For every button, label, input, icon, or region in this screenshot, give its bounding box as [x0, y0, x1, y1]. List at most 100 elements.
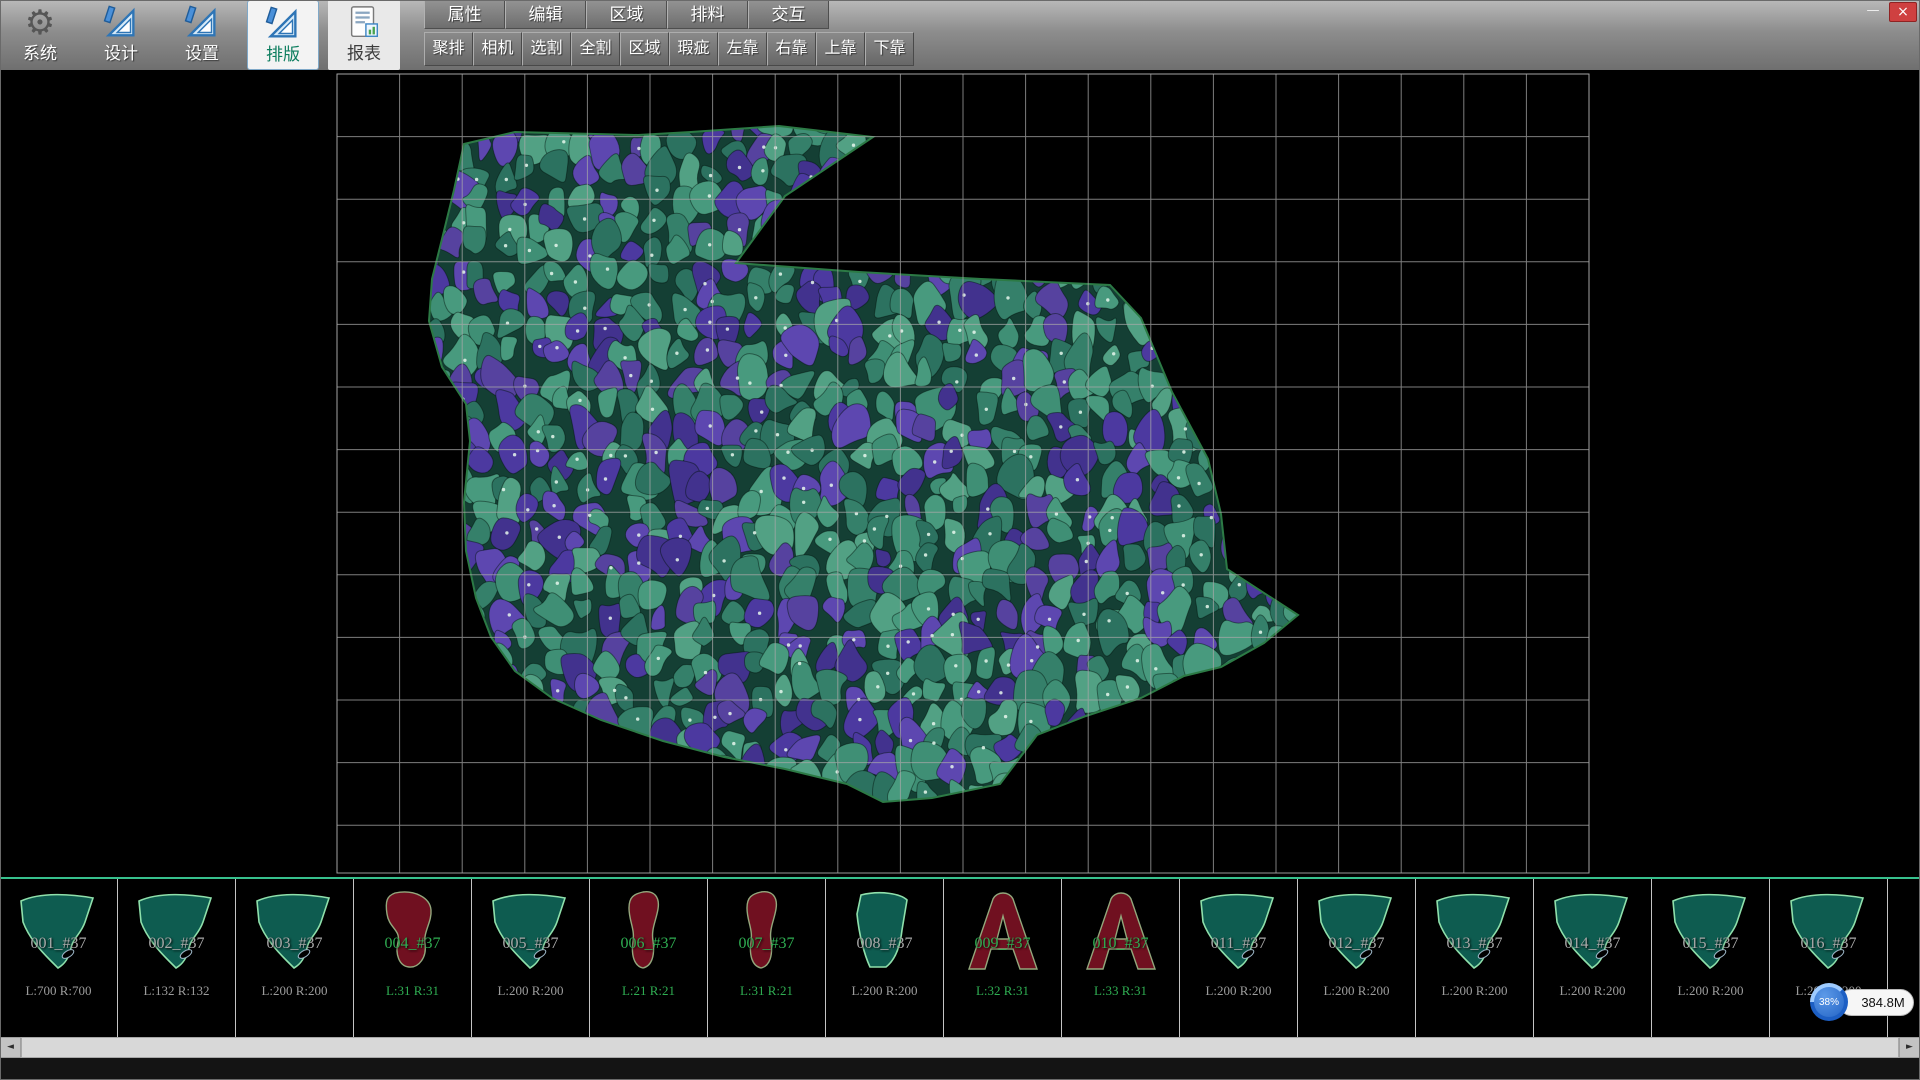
- menu-area: 属性编辑区域排料交互 聚排相机选割全割区域瑕疵左靠右靠上靠下靠: [424, 0, 914, 66]
- piece-lr-count: L:31 R:21: [708, 983, 825, 999]
- tool-button-row: 聚排相机选割全割区域瑕疵左靠右靠上靠下靠: [424, 32, 914, 66]
- pieces-panel: 001_#37 L:700 R:700 002_#37 L:132 R:132 …: [0, 877, 1920, 1037]
- piece-cell-009[interactable]: 009_#37 L:32 R:31: [944, 879, 1062, 1037]
- piece-lr-count: L:200 R:200: [1652, 983, 1769, 999]
- progress-badge: 38%: [1810, 983, 1848, 1021]
- tool-button-align-right[interactable]: 右靠: [767, 32, 816, 66]
- piece-name: 013_#37: [1416, 935, 1533, 953]
- menu-tab-region[interactable]: 区域: [586, 0, 667, 29]
- piece-cell-002[interactable]: 002_#37 L:132 R:132: [118, 879, 236, 1037]
- mode-label: 系统: [23, 43, 57, 65]
- piece-lr-count: L:132 R:132: [118, 983, 235, 999]
- tool-button-align-top[interactable]: 上靠: [816, 32, 865, 66]
- menu-tab-properties[interactable]: 属性: [424, 0, 505, 29]
- piece-name: 012_#37: [1298, 935, 1415, 953]
- big-button-settings[interactable]: 设置: [166, 0, 238, 70]
- piece-lr-count: L:200 R:200: [472, 983, 589, 999]
- piece-name: 001_#37: [0, 935, 117, 953]
- piece-thumbnail: [957, 884, 1047, 978]
- scroll-right-button[interactable]: ►: [1899, 1037, 1920, 1058]
- piece-thumbnail: [1429, 884, 1519, 978]
- big-button-system[interactable]: ⚙ 系统: [4, 0, 76, 70]
- report-icon: [344, 3, 384, 43]
- window-controls: — ×: [1860, 2, 1917, 22]
- piece-thumbnail: [839, 884, 929, 978]
- mode-label: 设计: [104, 43, 138, 65]
- minimize-button[interactable]: —: [1860, 2, 1886, 22]
- piece-name: 009_#37: [944, 935, 1061, 953]
- tool-button-cluster-nest[interactable]: 聚排: [424, 32, 473, 66]
- mode-label: 排版: [266, 44, 300, 66]
- big-button-report[interactable]: 报表: [328, 0, 400, 70]
- piece-name: 011_#37: [1180, 935, 1297, 953]
- piece-lr-count: L:200 R:200: [236, 983, 353, 999]
- piece-name: 010_#37: [1062, 935, 1179, 953]
- piece-cell-004[interactable]: 004_#37 L:31 R:31: [354, 879, 472, 1037]
- piece-thumbnail: [1311, 884, 1401, 978]
- piece-cell-015[interactable]: 015_#37 L:200 R:200: [1652, 879, 1770, 1037]
- ruler-icon: [101, 3, 141, 43]
- menu-tab-interact[interactable]: 交互: [748, 0, 829, 29]
- piece-cell-014[interactable]: 014_#37 L:200 R:200: [1534, 879, 1652, 1037]
- piece-thumbnail: [721, 884, 811, 978]
- ribbon: ⚙ 系统 设计 设置 排版 报表 属性编辑区域排料交互 聚排相机选割全割区域瑕疵…: [0, 0, 1920, 70]
- scrollbar-track[interactable]: [21, 1037, 1899, 1058]
- piece-cell-012[interactable]: 012_#37 L:200 R:200: [1298, 879, 1416, 1037]
- scroll-left-button[interactable]: ◄: [0, 1037, 21, 1058]
- menu-tab-nest[interactable]: 排料: [667, 0, 748, 29]
- piece-lr-count: L:200 R:200: [1298, 983, 1415, 999]
- tool-button-defect[interactable]: 瑕疵: [669, 32, 718, 66]
- piece-cell-001[interactable]: 001_#37 L:700 R:700: [0, 879, 118, 1037]
- piece-cell-011[interactable]: 011_#37 L:200 R:200: [1180, 879, 1298, 1037]
- tool-button-align-left[interactable]: 左靠: [718, 32, 767, 66]
- close-button[interactable]: ×: [1889, 2, 1917, 22]
- piece-cell-010[interactable]: 010_#37 L:33 R:31: [1062, 879, 1180, 1037]
- piece-thumbnail: [1547, 884, 1637, 978]
- piece-cell-007[interactable]: 007_#37 L:31 R:21: [708, 879, 826, 1037]
- piece-lr-count: L:200 R:200: [1416, 983, 1533, 999]
- big-button-design[interactable]: 设计: [85, 0, 157, 70]
- piece-lr-count: L:200 R:200: [826, 983, 943, 999]
- piece-cell-003[interactable]: 003_#37 L:200 R:200: [236, 879, 354, 1037]
- big-button-nesting[interactable]: 排版: [247, 0, 319, 70]
- piece-lr-count: L:32 R:31: [944, 983, 1061, 999]
- piece-name: 003_#37: [236, 935, 353, 953]
- piece-cell-008[interactable]: 008_#37 L:200 R:200: [826, 879, 944, 1037]
- horizontal-scrollbar[interactable]: ◄ ►: [0, 1037, 1920, 1058]
- status-area: 384.8M 38%: [1810, 982, 1918, 1022]
- piece-lr-count: L:700 R:700: [0, 983, 117, 999]
- piece-name: 002_#37: [118, 935, 235, 953]
- piece-cell-006[interactable]: 006_#37 L:21 R:21: [590, 879, 708, 1037]
- piece-lr-count: L:200 R:200: [1180, 983, 1297, 999]
- piece-thumbnail: [367, 884, 457, 978]
- piece-name: 008_#37: [826, 935, 943, 953]
- tool-button-region[interactable]: 区域: [620, 32, 669, 66]
- piece-cell-013[interactable]: 013_#37 L:200 R:200: [1416, 879, 1534, 1037]
- tool-button-cut-all[interactable]: 全割: [571, 32, 620, 66]
- memory-badge: 384.8M: [1838, 989, 1914, 1016]
- nesting-canvas-svg[interactable]: [0, 70, 1920, 877]
- piece-lr-count: L:21 R:21: [590, 983, 707, 999]
- tool-button-camera[interactable]: 相机: [473, 32, 522, 66]
- piece-thumbnail: [249, 884, 339, 978]
- piece-thumbnail: [131, 884, 221, 978]
- piece-name: 007_#37: [708, 935, 825, 953]
- piece-thumbnail: [1665, 884, 1755, 978]
- piece-lr-count: L:200 R:200: [1534, 983, 1651, 999]
- piece-cell-005[interactable]: 005_#37 L:200 R:200: [472, 879, 590, 1037]
- scrollbar-thumb[interactable]: [21, 1037, 1899, 1058]
- piece-lr-count: L:33 R:31: [1062, 983, 1179, 999]
- piece-thumbnail: [1075, 884, 1165, 978]
- nesting-canvas[interactable]: [0, 70, 1920, 877]
- piece-thumbnail: [1783, 884, 1873, 978]
- piece-name: 006_#37: [590, 935, 707, 953]
- menu-tab-edit[interactable]: 编辑: [505, 0, 586, 29]
- tool-button-align-bottom[interactable]: 下靠: [865, 32, 914, 66]
- piece-name: 005_#37: [472, 935, 589, 953]
- menu-tab-row: 属性编辑区域排料交互: [424, 0, 914, 29]
- ruler-icon: [263, 4, 303, 44]
- main-mode-buttons: ⚙ 系统 设计 设置 排版 报表: [4, 0, 400, 70]
- piece-name: 016_#37: [1770, 935, 1887, 953]
- mode-label: 设置: [185, 43, 219, 65]
- tool-button-select-cut[interactable]: 选割: [522, 32, 571, 66]
